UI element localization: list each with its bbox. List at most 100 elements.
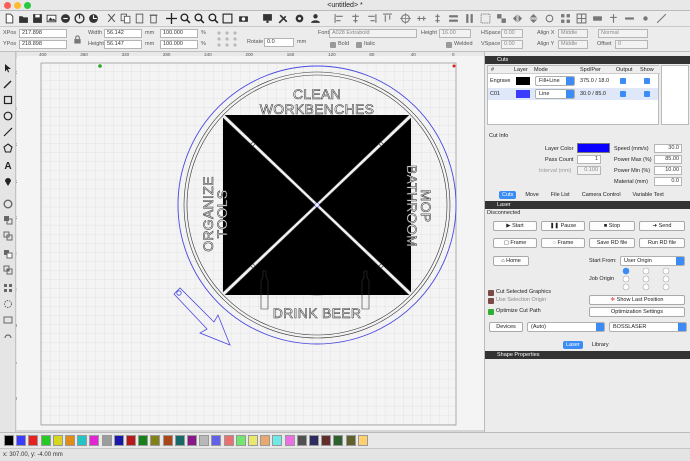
height-input[interactable]: 56.147 — [104, 40, 142, 49]
palette-swatch[interactable] — [4, 435, 14, 446]
show-last-position-button[interactable]: ✛ Show Last Position — [589, 295, 685, 305]
select-tool-icon[interactable] — [2, 62, 14, 74]
palette-swatch[interactable] — [138, 435, 149, 446]
width-percent-input[interactable]: 100.000 — [160, 29, 198, 38]
home-button[interactable]: ⌂ Home — [493, 256, 529, 266]
copy-icon[interactable] — [119, 12, 132, 25]
palette-swatch[interactable] — [211, 435, 222, 446]
array-icon[interactable] — [559, 12, 572, 25]
palette-swatch[interactable] — [321, 435, 332, 446]
run-rd-button[interactable]: Run RD file — [639, 238, 685, 248]
ungroup-icon[interactable] — [495, 12, 508, 25]
speed-input[interactable]: 30.0 — [654, 144, 682, 153]
nudge-icon[interactable] — [639, 12, 652, 25]
frame-circle-button[interactable]: ◌ Frame — [541, 238, 585, 248]
flip-h-icon[interactable] — [511, 12, 524, 25]
palette-swatch[interactable] — [260, 435, 271, 446]
rotary-tool-icon[interactable] — [2, 332, 14, 344]
rectangle-tool-icon[interactable] — [2, 94, 14, 106]
flip-v-icon[interactable] — [527, 12, 540, 25]
redo-icon[interactable] — [73, 12, 86, 25]
table-row[interactable]: C01 Line 30.0 / 85.0 — [488, 88, 658, 100]
boolean-union-icon[interactable] — [2, 230, 14, 242]
settings-tools-icon[interactable] — [277, 12, 290, 25]
normal-select[interactable]: Normal — [598, 29, 648, 38]
tab-file-list[interactable]: File List — [548, 191, 573, 199]
rotate-input[interactable]: 0.0 — [264, 38, 294, 47]
open-folder-icon[interactable] — [17, 12, 30, 25]
power-max-input[interactable]: 85.00 — [654, 155, 682, 164]
paste-icon[interactable] — [133, 12, 146, 25]
pass-count-input[interactable]: 1 — [577, 155, 601, 164]
palette-swatch[interactable] — [174, 435, 185, 446]
zoom-fit-icon[interactable] — [207, 12, 220, 25]
show-checkbox[interactable] — [644, 91, 650, 97]
user-icon[interactable] — [309, 12, 322, 25]
palette-swatch[interactable] — [101, 435, 112, 446]
output-checkbox[interactable] — [620, 78, 626, 84]
layer-swatch[interactable] — [516, 90, 530, 98]
offset-tool-icon[interactable] — [2, 198, 14, 210]
width-input[interactable]: 56.142 — [104, 29, 142, 38]
text-tool-icon[interactable]: A — [2, 160, 14, 172]
layer-swatch[interactable] — [516, 77, 530, 85]
dock-icon[interactable] — [591, 12, 604, 25]
anchor-grid[interactable] — [215, 30, 239, 48]
height-percent-input[interactable]: 100.000 — [160, 40, 198, 49]
pause-button[interactable]: ❚❚ Pause — [541, 221, 585, 231]
stop-button[interactable]: ■ Stop — [589, 221, 635, 231]
dist-h-icon[interactable] — [415, 12, 428, 25]
gear-icon[interactable] — [293, 12, 306, 25]
optimization-settings-button[interactable]: Optimization Settings — [589, 307, 685, 317]
optimize-checkbox[interactable] — [488, 309, 494, 315]
weld-tool-icon[interactable] — [2, 214, 14, 226]
port-select[interactable]: (Auto) — [527, 322, 605, 332]
tab-camera-control[interactable]: Camera Control — [579, 191, 624, 199]
polygon-tool-icon[interactable] — [2, 142, 14, 154]
bold-checkbox[interactable] — [330, 42, 336, 48]
palette-swatch[interactable] — [113, 435, 124, 446]
save-rd-button[interactable]: Save RD file — [589, 238, 635, 248]
adjust-icon[interactable] — [655, 12, 668, 25]
palette-swatch[interactable] — [345, 435, 356, 446]
show-checkbox[interactable] — [644, 78, 650, 84]
palette-swatch[interactable] — [187, 435, 197, 446]
tabs-tool-icon[interactable] — [2, 314, 14, 326]
minimize-window-button[interactable] — [14, 2, 21, 9]
align-top-icon[interactable] — [381, 12, 394, 25]
palette-swatch[interactable] — [223, 435, 234, 446]
font-select[interactable]: A028 Extrabold — [329, 29, 417, 38]
font-height-input[interactable]: 16.00 — [439, 29, 471, 38]
align-right-icon[interactable] — [365, 12, 378, 25]
interval-input[interactable]: 0.100 — [577, 166, 601, 175]
zoom-page-icon[interactable] — [221, 12, 234, 25]
zoom-in-icon[interactable] — [179, 12, 192, 25]
delete-icon[interactable] — [147, 12, 160, 25]
devices-button[interactable]: Devices — [489, 322, 523, 332]
same-width-icon[interactable] — [447, 12, 460, 25]
start-from-select[interactable]: User Origin — [620, 256, 685, 266]
align-center-icon[interactable] — [349, 12, 362, 25]
tab-library[interactable]: Library — [589, 341, 612, 349]
dist-v-icon[interactable] — [431, 12, 444, 25]
tab-laser[interactable]: Laser — [563, 341, 583, 349]
palette-swatch[interactable] — [199, 435, 210, 446]
palette-swatch[interactable] — [272, 435, 283, 446]
material-input[interactable]: 0.0 — [654, 177, 682, 186]
start-button[interactable]: ▶ Start — [493, 221, 537, 231]
undo-icon[interactable] — [59, 12, 72, 25]
use-selection-origin-checkbox[interactable] — [488, 298, 494, 304]
tab-variable-text[interactable]: Variable Text — [630, 191, 667, 199]
italic-checkbox[interactable] — [356, 42, 362, 48]
device-select[interactable]: BOSSLASER — [609, 322, 687, 332]
ellipse-tool-icon[interactable] — [2, 110, 14, 122]
position-laser-icon[interactable] — [2, 176, 14, 188]
send-button[interactable]: ➜ Send — [639, 221, 685, 231]
mode-select[interactable]: Line — [535, 89, 575, 99]
palette-swatch[interactable] — [333, 435, 344, 446]
hspace-input[interactable]: 0.00 — [501, 29, 523, 38]
table-row[interactable]: Engrave Fill+Line 375.0 / 18.0 — [488, 75, 658, 87]
boolean-subtract-icon[interactable] — [2, 248, 14, 260]
grid-array-icon[interactable] — [2, 282, 14, 294]
vspace-input[interactable]: 0.00 — [501, 40, 523, 49]
